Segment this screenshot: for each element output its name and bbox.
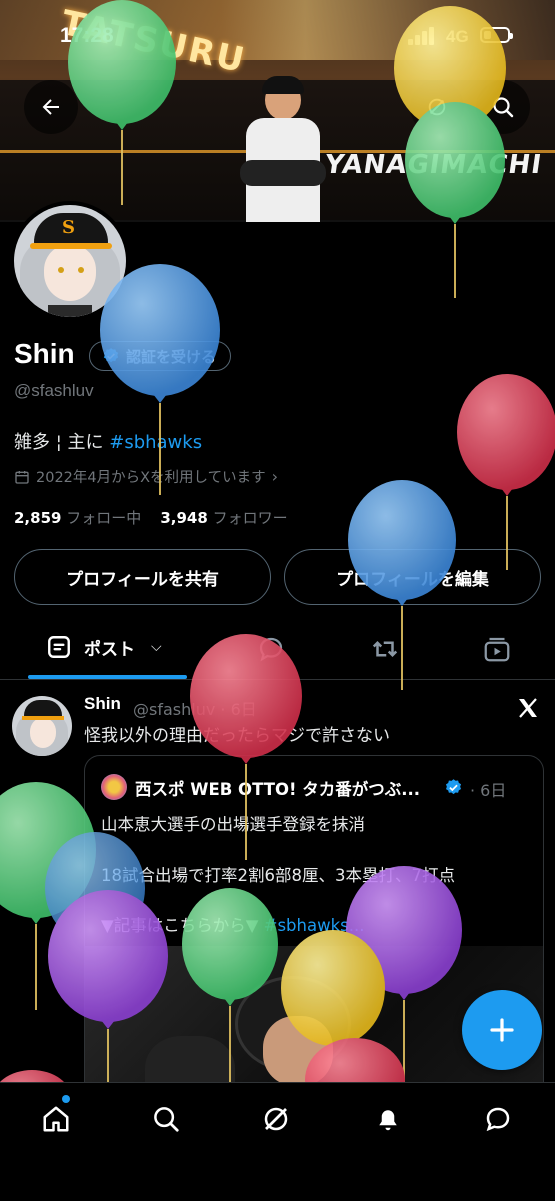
joined-date-row[interactable]: 2022年4月からXを利用しています › — [14, 466, 278, 487]
messages-icon — [486, 1107, 510, 1132]
tab-media[interactable] — [482, 634, 512, 668]
plus-icon — [490, 1018, 514, 1042]
tab-posts[interactable]: ポスト ⌵ — [46, 634, 162, 660]
quoted-post[interactable]: 西スポ WEB OTTO! タカ番がつぶ... · 6日 山本恵大選手の出場選手… — [84, 755, 544, 1117]
balloon-green — [0, 782, 96, 1010]
battery-icon — [480, 27, 513, 43]
status-time: 17:28 — [60, 24, 114, 47]
nav-grok[interactable] — [246, 1101, 306, 1137]
nav-search[interactable] — [136, 1101, 196, 1137]
followers-label: フォロワー — [212, 509, 288, 527]
network-type: 4G — [446, 27, 469, 46]
repost-icon — [372, 640, 398, 658]
tab-posts-label: ポスト — [84, 639, 135, 660]
post-icon — [48, 636, 70, 658]
profile-avatar[interactable]: S — [10, 201, 130, 321]
post-handle-time: @sfashluv · 6日 — [133, 700, 257, 719]
profile-handle: @sfashluv — [14, 381, 94, 400]
home-unread-dot — [62, 1095, 70, 1103]
search-button[interactable] — [476, 80, 530, 134]
quote-author-name: 西スポ WEB OTTO! タカ番がつぶ... — [135, 780, 421, 799]
quote-line-2: 18試合出場で打率2割6部8厘、3本塁打、7打点 — [101, 866, 455, 885]
chevron-down-icon: ⌵ — [151, 639, 162, 655]
home-icon — [43, 1106, 69, 1132]
quote-line-1: 山本恵大選手の出場選手登録を抹消 — [101, 815, 365, 834]
balloon-red — [457, 374, 555, 570]
nav-notifications[interactable] — [358, 1101, 418, 1137]
calendar-icon — [15, 470, 29, 484]
followers-count: 3,948 — [160, 509, 208, 527]
bottom-navigation — [0, 1082, 555, 1201]
following-label: フォロー中 — [66, 509, 142, 527]
post-text: 怪我以外の理由だったらマジで許さない — [84, 726, 390, 746]
reply-icon — [259, 637, 283, 662]
search-icon — [154, 1107, 179, 1132]
grok-icon — [428, 98, 446, 116]
arrow-left-icon — [42, 99, 59, 115]
profile-tabs: ポスト ⌵ — [0, 620, 555, 678]
grok-icon — [264, 1107, 288, 1131]
quote-line-3: ▼記事はこちらから▼ #sbhawks... — [101, 912, 364, 936]
profile-bio: 雑多 ¦ 主に #sbhawks — [14, 428, 202, 454]
quote-author-avatar — [101, 774, 127, 800]
nav-messages[interactable] — [468, 1101, 528, 1137]
notifications-icon — [379, 1110, 397, 1131]
edit-profile-button[interactable]: プロフィールを編集 — [284, 549, 541, 605]
followers-link[interactable]: 3,948 フォロワー — [160, 509, 287, 527]
verified-badge-icon — [445, 779, 462, 795]
bio-text: 雑多 ¦ 主に — [14, 432, 110, 453]
banner-player-figure — [240, 76, 326, 222]
post-avatar[interactable] — [12, 696, 72, 756]
chevron-right-icon: › — [271, 467, 279, 486]
avatar-image: S — [14, 205, 126, 317]
bio-hashtag-link[interactable]: #sbhawks — [109, 432, 202, 453]
search-icon — [493, 97, 514, 118]
quote-time: · 6日 — [470, 781, 507, 800]
following-link[interactable]: 2,859 フォロー中 — [14, 509, 141, 527]
back-button[interactable] — [24, 80, 78, 134]
status-bar: 17:28 4G — [0, 0, 555, 60]
following-count: 2,859 — [14, 509, 62, 527]
verified-badge-icon — [103, 348, 119, 363]
compose-post-button[interactable] — [462, 990, 542, 1070]
joined-date: 2022年4月からXを利用しています — [36, 470, 266, 486]
share-profile-button[interactable]: プロフィールを共有 — [14, 549, 271, 605]
post-author-name[interactable]: Shin — [84, 694, 121, 714]
banner-text-right: YANAGIMACHI — [322, 150, 544, 180]
grok-button[interactable] — [410, 80, 464, 134]
tab-replies[interactable] — [256, 634, 286, 668]
media-icon — [484, 637, 510, 662]
get-verified-button[interactable]: 認証を受ける — [89, 341, 232, 371]
tab-reposts[interactable] — [368, 634, 402, 668]
get-verified-label: 認証を受ける — [126, 347, 217, 366]
follow-counts: 2,859 フォロー中 3,948 フォロワー — [14, 507, 288, 528]
x-logo-icon — [519, 698, 537, 718]
tabs-divider — [0, 679, 555, 680]
quote-hashtag-link[interactable]: #sbhawks... — [264, 916, 365, 935]
signal-icon — [408, 27, 436, 45]
quote-line-3-text: ▼記事はこちらから▼ — [101, 916, 264, 935]
profile-name: Shin — [14, 338, 75, 369]
nav-home[interactable] — [26, 1101, 86, 1137]
